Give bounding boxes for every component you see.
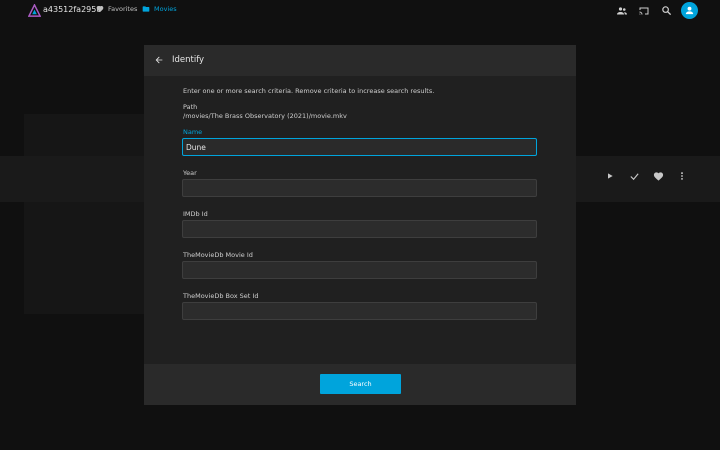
year-input[interactable] (182, 179, 537, 197)
jellyfin-logo-icon[interactable] (28, 4, 41, 17)
nav-movies[interactable]: Movies (142, 5, 177, 13)
background-item-actions (604, 170, 688, 182)
imdb-id-input[interactable] (182, 220, 537, 238)
folder-icon (142, 6, 150, 12)
more-vertical-icon (676, 170, 688, 182)
tmdb-box-set-id-input[interactable] (182, 302, 537, 320)
play-icon (604, 170, 616, 182)
nav-favorites[interactable]: Favorites (96, 5, 137, 13)
heart-icon (96, 6, 104, 12)
nav-favorites-label: Favorites (108, 5, 138, 13)
year-label: Year (183, 169, 197, 177)
dialog-footer: Search (144, 364, 576, 405)
heart-icon (652, 170, 664, 182)
path-label: Path (183, 103, 198, 111)
imdb-id-label: IMDb Id (183, 210, 208, 218)
search-icon[interactable] (659, 4, 673, 18)
tmdb-movie-id-input[interactable] (182, 261, 537, 279)
name-label: Name (183, 128, 203, 136)
search-button[interactable]: Search (320, 374, 401, 394)
back-arrow-icon[interactable] (152, 53, 166, 67)
tmdb-movie-id-label: TheMovieDb Movie Id (183, 251, 253, 259)
check-icon (628, 170, 640, 182)
identify-dialog: Identify Enter one or more search criter… (144, 45, 576, 405)
path-value: /movies/The Brass Observatory (2021)/mov… (183, 112, 347, 120)
user-avatar-icon[interactable] (681, 2, 698, 19)
dialog-header: Identify (144, 45, 576, 76)
dialog-title: Identify (172, 55, 205, 65)
name-input[interactable] (182, 138, 537, 156)
dialog-instructions: Enter one or more search criteria. Remov… (183, 87, 435, 95)
cast-icon[interactable] (637, 4, 651, 18)
server-name[interactable]: a43512fa2958 (43, 5, 101, 14)
users-icon[interactable] (615, 4, 629, 18)
tmdb-box-set-id-label: TheMovieDb Box Set Id (183, 292, 259, 300)
nav-movies-label: Movies (154, 5, 177, 13)
app-header: a43512fa2958 Favorites Movies (0, 0, 720, 22)
